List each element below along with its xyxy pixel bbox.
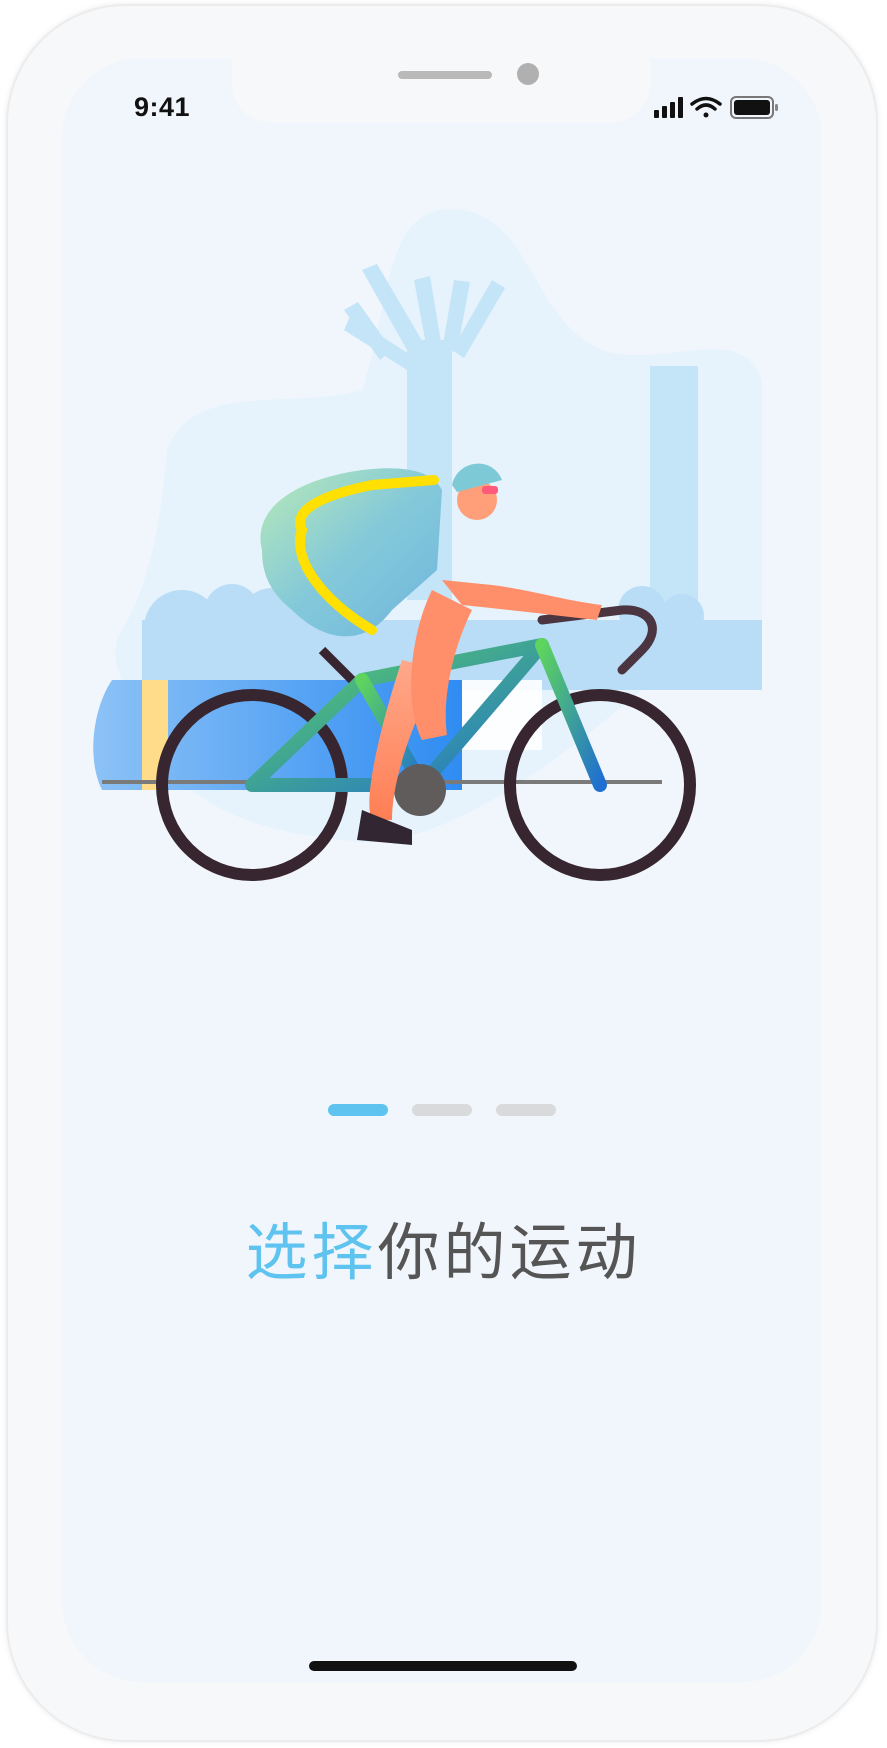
headline-rest: 你的运动 <box>377 1216 642 1289</box>
page-indicator <box>328 1104 558 1116</box>
battery-icon <box>730 96 778 119</box>
front-camera <box>517 63 539 85</box>
cyclist-illustration <box>93 209 762 881</box>
status-time: 9:41 <box>134 92 191 122</box>
onboarding-headline: 选择你的运动 <box>0 1202 887 1292</box>
chainring <box>394 764 446 816</box>
page-dot-2[interactable] <box>412 1104 472 1116</box>
page-dot-1[interactable] <box>328 1104 388 1116</box>
rider-glasses <box>482 486 498 494</box>
status-icons <box>654 94 794 124</box>
speaker <box>398 71 492 79</box>
home-indicator[interactable] <box>309 1661 577 1671</box>
headline-accent: 选择 <box>245 1216 378 1289</box>
signal-icon <box>654 97 683 118</box>
wifi-icon <box>690 96 722 118</box>
background-building <box>650 366 698 626</box>
page-dot-3[interactable] <box>496 1104 556 1116</box>
notch <box>232 58 650 122</box>
